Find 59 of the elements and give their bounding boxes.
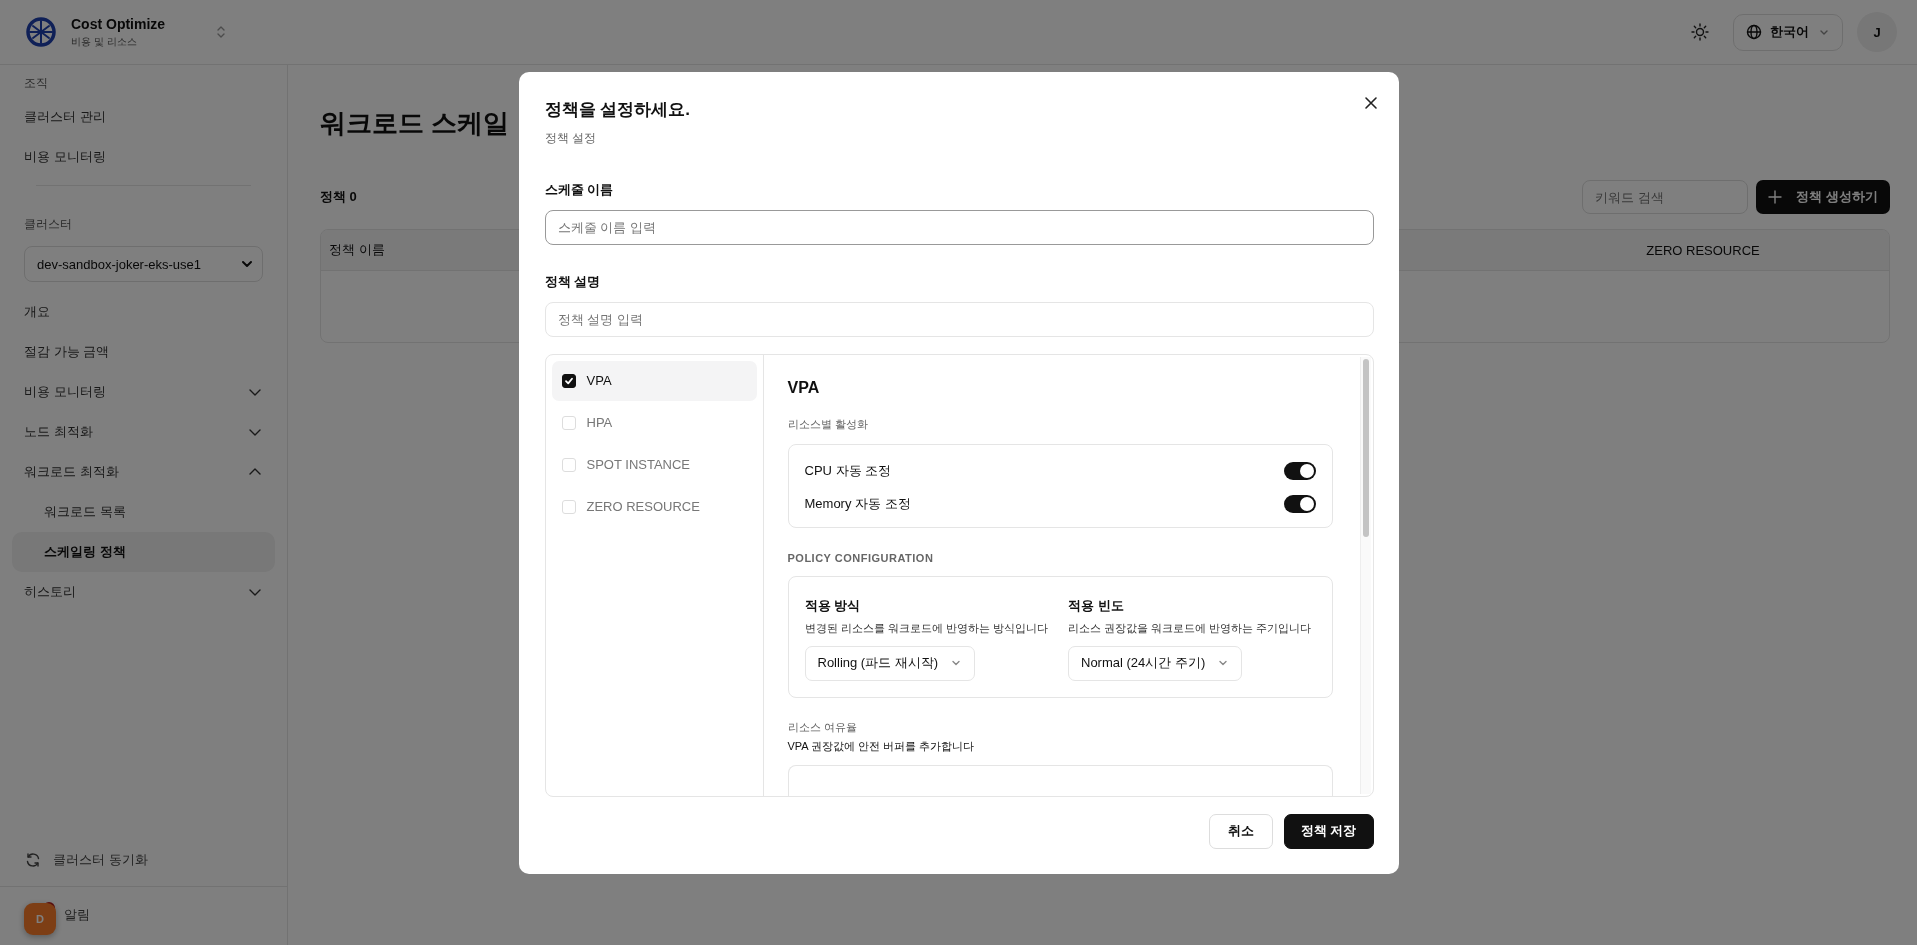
sidebar-item[interactable]: 스케일링 정책 — [12, 532, 275, 572]
sidebar-item[interactable]: 개요 — [12, 292, 275, 332]
section-description: VPA 권장값에 안전 버퍼를 추가합니다 — [787, 738, 976, 754]
app-name: Cost Optimize — [71, 15, 166, 32]
select-dropdown[interactable]: Normal (24시간 주기) — [1068, 645, 1243, 681]
logo-icon — [25, 16, 57, 48]
toggle-label: CPU 자동 조정 — [804, 461, 892, 480]
globe-icon — [1746, 24, 1762, 40]
toggle-label: Memory 자동 조정 — [804, 494, 911, 513]
sync-button[interactable]: 클러스터 동기화 — [12, 842, 275, 878]
field-label: 스케줄 이름 — [544, 180, 615, 199]
field-label: 정책 설명 — [544, 272, 602, 291]
close-icon — [1363, 95, 1378, 110]
plus-icon — [1768, 190, 1783, 204]
sidebar-item[interactable]: 비용 모니터링 — [12, 372, 275, 412]
toggle-switch[interactable] — [1283, 461, 1316, 480]
app-subtitle: 비용 및 리소스 — [71, 34, 138, 49]
notifications-link[interactable]: 알림 — [64, 906, 90, 924]
refresh-icon — [25, 852, 41, 868]
input-field[interactable]: 스케줄 이름 입력 — [544, 209, 1374, 245]
user-avatar[interactable]: J — [1857, 12, 1897, 52]
section-label: 리소스별 활성화 — [787, 416, 869, 432]
sidebar-item[interactable]: 노드 최적화 — [12, 412, 275, 452]
policy-type-item[interactable]: SPOT INSTANCE — [551, 444, 757, 485]
sidebar-item[interactable]: 비용 모니터링 — [12, 137, 275, 177]
column-header: 정책 이름 — [328, 241, 386, 259]
policy-count: 정책 0 — [320, 188, 357, 206]
dialog-subtitle: 정책 설정 — [544, 129, 597, 147]
page-title: 워크로드 스케일 — [320, 107, 510, 140]
section-label: POLICY CONFIGURATION — [787, 551, 935, 564]
sidebar-item[interactable]: 클러스터 관리 — [12, 97, 275, 137]
save-button[interactable]: 정책 저장 — [1283, 813, 1374, 849]
column-header: ZERO RESOURCE — [1645, 242, 1761, 258]
create-policy-button[interactable]: 정책 생성하기 — [1756, 180, 1890, 214]
select-dropdown[interactable]: Rolling (파드 재시작) — [804, 645, 976, 681]
policy-type-item[interactable]: VPA — [551, 360, 757, 401]
section-label: 리소스 여유율 — [787, 719, 858, 735]
sidebar-item[interactable]: 워크로드 최적화 — [12, 452, 275, 492]
dialog-title: 정책을 설정하세요. — [544, 98, 690, 121]
sidebar-item[interactable]: 절감 가능 금액 — [12, 332, 275, 372]
cluster-select[interactable]: dev-sandbox-joker-eks-use1 — [24, 246, 263, 282]
checkbox[interactable] — [561, 373, 576, 388]
policy-type-item[interactable]: ZERO RESOURCE — [551, 486, 757, 527]
language-select[interactable]: 한국어 — [1733, 13, 1843, 51]
cancel-button[interactable]: 취소 — [1208, 813, 1273, 849]
sidebar-item[interactable]: 히스토리 — [12, 572, 275, 612]
section-label: 클러스터 — [23, 216, 73, 233]
section-title: VPA — [787, 378, 821, 397]
toggle-switch[interactable] — [1283, 494, 1316, 513]
setting-label: 적용 빈도 — [1068, 596, 1125, 615]
theme-sun-icon[interactable] — [1691, 23, 1709, 41]
search-field[interactable]: 키워드 검색 — [1582, 180, 1749, 214]
setting-description: 변경된 리소스를 워크로드에 반영하는 방식입니다 — [804, 620, 1049, 636]
section-label: 조직 — [23, 75, 49, 92]
setting-description: 리소스 권장값을 워크로드에 반영하는 주기입니다 — [1068, 620, 1313, 636]
policy-type-item[interactable]: HPA — [551, 402, 757, 443]
setting-label: 적용 방식 — [804, 596, 862, 615]
scrollbar-thumb[interactable] — [1362, 358, 1369, 537]
sidebar-item[interactable]: 워크로드 목록 — [12, 492, 275, 532]
